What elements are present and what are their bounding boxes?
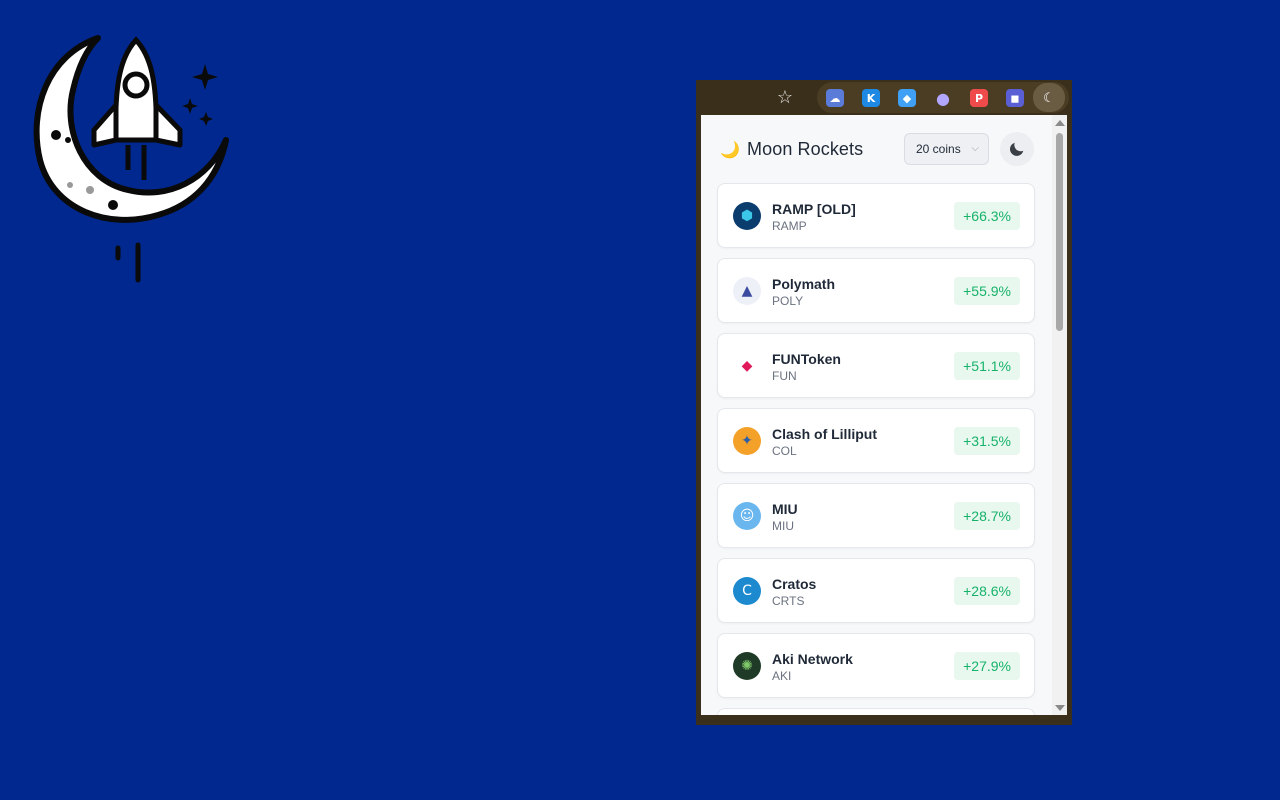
ext-drop-icon[interactable]: ◆ (898, 89, 916, 107)
coin-symbol: COL (772, 444, 797, 458)
coin-name: FUNToken (772, 351, 841, 367)
moon-icon (1010, 142, 1024, 156)
coin-row[interactable]: ☺ MIU MIU +28.7% (717, 483, 1035, 548)
ext-p-icon[interactable]: P (970, 89, 988, 107)
ext-k-icon[interactable]: K (862, 89, 880, 107)
popup-header: 🌙 Moon Rockets 20 coins ⌵ (701, 115, 1052, 183)
coin-logo-icon: ⬢ (733, 202, 761, 230)
coin-row[interactable]: ✦ Clash of Lilliput COL +31.5% (717, 408, 1035, 473)
extension-popup: 🌙 Moon Rockets 20 coins ⌵ ⬢ RAMP [OLD] RAM… (701, 115, 1067, 715)
coin-change-badge: +66.3% (954, 202, 1020, 230)
coin-symbol: CRTS (772, 594, 805, 608)
coin-logo-icon: ✦ (733, 427, 761, 455)
scroll-thumb[interactable] (1056, 133, 1063, 331)
ext-cloud-icon[interactable]: ☁ (826, 89, 844, 107)
crescent-moon-icon: 🌙 (720, 142, 740, 159)
coin-symbol: AKI (772, 669, 792, 683)
coin-name: Polymath (772, 276, 836, 292)
scroll-up-arrow[interactable] (1055, 120, 1065, 126)
coin-change-badge: +31.5% (954, 427, 1020, 455)
ext-shield-icon[interactable]: ◼ (1006, 89, 1024, 107)
coin-row[interactable]: ✺ Aki Network AKI +27.9% (717, 633, 1035, 698)
coin-row-partial[interactable] (717, 708, 1035, 715)
coin-change-badge: +27.9% (954, 652, 1020, 680)
coin-row[interactable]: C Cratos CRTS +28.6% (717, 558, 1035, 623)
app-title: Moon Rockets (747, 139, 864, 159)
coin-name: Aki Network (772, 651, 853, 667)
coin-name: Clash of Lilliput (772, 426, 877, 442)
browser-toolbar: ☆ ☁ K ◆ ● P ◼ ☾ (696, 80, 1072, 115)
chevron-down-icon: ⌵ (971, 143, 979, 154)
coin-row[interactable]: ◆ FUNToken FUN +51.1% (717, 333, 1035, 398)
coin-change-badge: +28.7% (954, 502, 1020, 530)
coin-logo-icon: ◆ (733, 352, 761, 380)
coin-row[interactable]: ▲ Polymath POLY +55.9% (717, 258, 1035, 323)
bookmark-star-icon[interactable]: ☆ (774, 86, 796, 108)
coin-change-badge: +55.9% (954, 277, 1020, 305)
coin-logo-icon: ☺ (733, 502, 761, 530)
extensions-area: ☁ K ◆ ● P ◼ ☾ (817, 82, 1069, 113)
coin-logo-icon: C (733, 577, 761, 605)
coin-logo-icon: ✺ (733, 652, 761, 680)
coin-symbol: POLY (772, 294, 804, 308)
ext-ghost-icon[interactable]: ● (934, 89, 952, 108)
coin-change-badge: +51.1% (954, 352, 1020, 380)
coins-count-value: 20 coins (916, 142, 961, 156)
coin-list: ⬢ RAMP [OLD] RAMP +66.3% ▲ Polymath POLY +55.9%… (717, 183, 1035, 715)
scroll-down-arrow[interactable] (1055, 705, 1065, 711)
coin-name: RAMP [OLD] (772, 201, 856, 217)
moon-rockets-icon[interactable]: ☾ (1033, 83, 1065, 112)
coin-name: Cratos (772, 576, 817, 592)
coin-name: MIU (772, 501, 798, 517)
coin-symbol: FUN (772, 369, 797, 383)
coin-logo-icon: ▲ (733, 277, 761, 305)
coin-row[interactable]: ⬢ RAMP [OLD] RAMP +66.3% (717, 183, 1035, 248)
moon-rocket-logo (33, 35, 229, 283)
coin-symbol: RAMP (772, 219, 807, 233)
coins-count-select[interactable]: 20 coins ⌵ (904, 133, 989, 165)
coin-symbol: MIU (772, 519, 794, 533)
popup-scrollbar[interactable] (1052, 115, 1067, 715)
theme-toggle-button[interactable] (1000, 132, 1034, 166)
coin-change-badge: +28.6% (954, 577, 1020, 605)
